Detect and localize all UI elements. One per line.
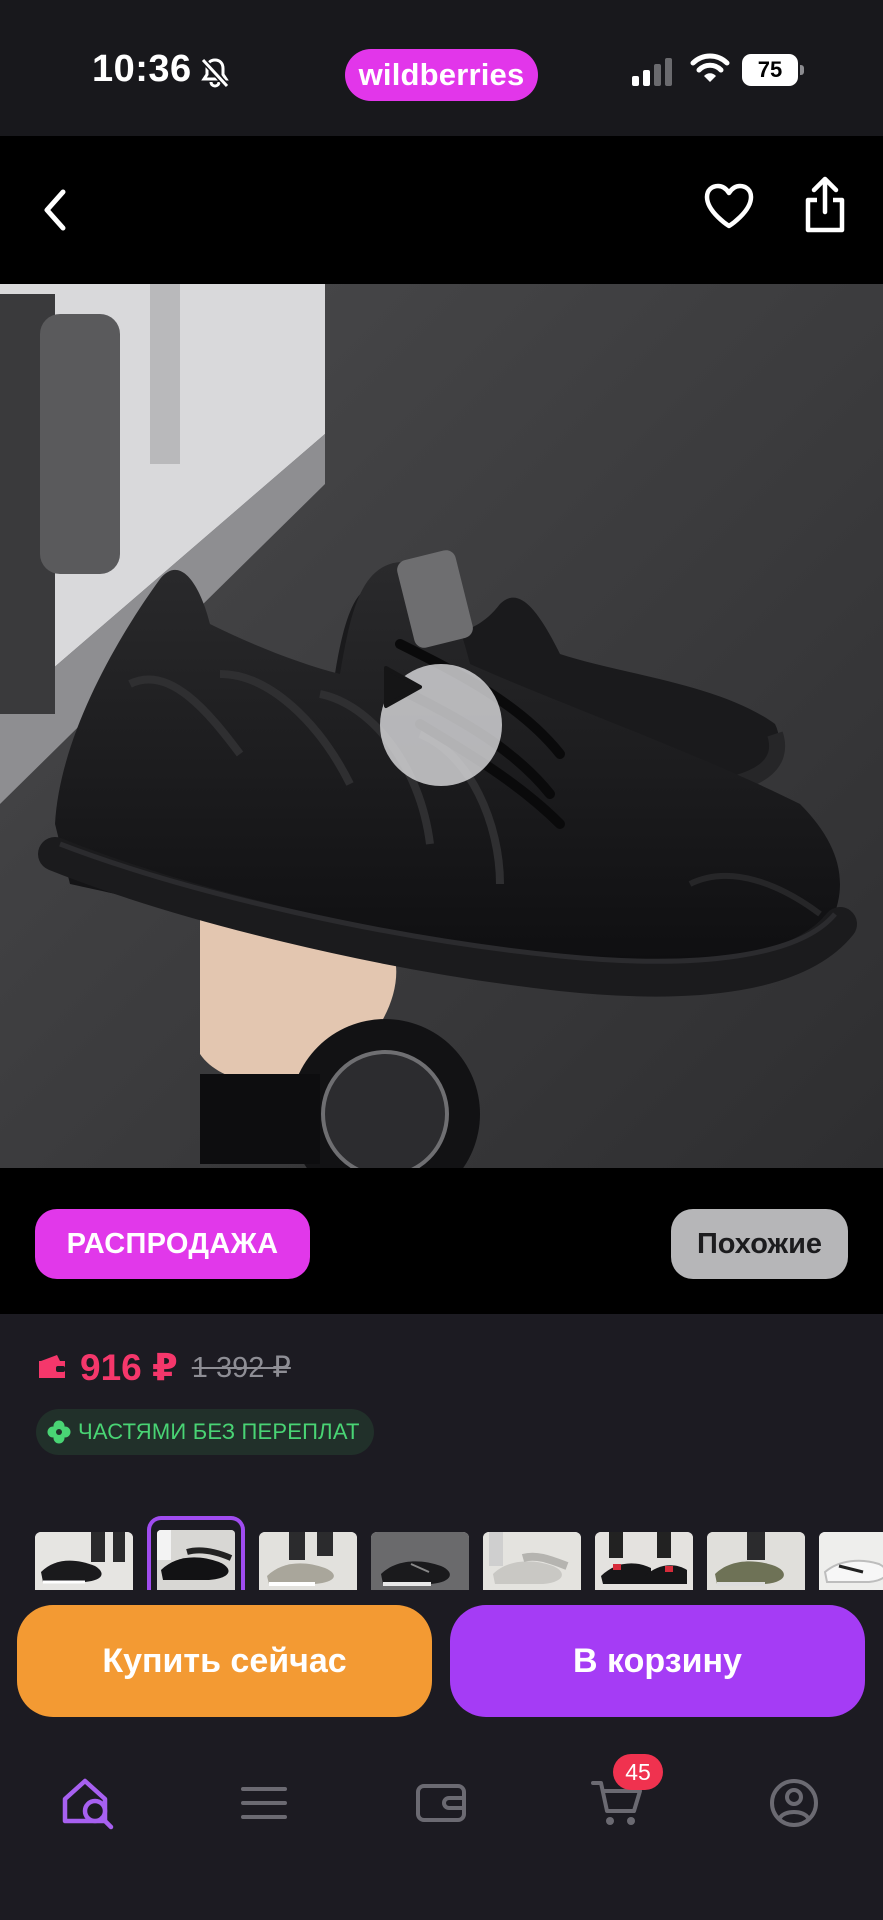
thumbnail[interactable] [483,1532,581,1590]
wallet-icon [39,1355,65,1378]
favorite-button[interactable] [700,176,758,236]
battery-level: 75 [742,54,798,86]
thumbnail[interactable] [819,1532,883,1590]
thumbnail[interactable] [595,1532,693,1590]
clover-icon [47,1420,71,1444]
thumbnail[interactable] [371,1532,469,1590]
back-button[interactable] [30,180,82,240]
thumbnail[interactable] [259,1532,357,1590]
action-bar: Купить сейчас В корзину [0,1588,883,1728]
current-price: 916 ₽ [80,1346,178,1388]
battery-icon: 75 [742,54,804,86]
wifi-icon [690,53,730,82]
installments-badge[interactable]: ЧАСТЯМИ БЕЗ ПЕРЕПЛАТ [36,1409,374,1455]
thumbnail-strip [0,1516,883,1590]
share-button[interactable] [796,172,854,238]
price-row: 916 ₽ 1 392 ₽ [36,1342,291,1392]
product-page: 10:36 wildberries 75 РАСПРОДАЖА Похожие … [0,0,883,1920]
tab-home[interactable] [53,1768,123,1838]
wallet-icon [416,1784,466,1822]
installments-label: ЧАСТЯМИ БЕЗ ПЕРЕПЛАТ [78,1419,360,1444]
status-time: 10:36 [92,48,192,90]
bottom-tab-bar: 45 [0,1740,883,1920]
play-video-button[interactable] [380,664,502,786]
heart-icon [704,183,754,229]
thumbnail-image [157,1530,235,1590]
top-nav [0,136,883,284]
thumbnail-selected[interactable] [147,1516,245,1590]
sale-chip[interactable]: РАСПРОДАЖА [35,1209,310,1279]
brand-logo: wildberries [345,49,538,101]
catalog-icon [241,1787,287,1819]
bell-muted-icon [200,57,230,89]
tab-profile[interactable] [759,1768,829,1838]
profile-icon [770,1779,818,1827]
old-price: 1 392 ₽ [191,1351,291,1384]
similar-button[interactable]: Похожие [671,1209,848,1279]
share-icon [805,176,845,233]
home-search-icon [62,1778,114,1830]
cart-count-badge: 45 [613,1754,663,1790]
add-to-cart-button[interactable]: В корзину [450,1605,865,1717]
product-image[interactable] [0,284,883,1168]
play-icon [384,666,422,708]
tab-catalog[interactable] [229,1768,299,1838]
thumbnail[interactable] [707,1532,805,1590]
battery-cap [800,65,804,75]
thumbnail[interactable] [35,1532,133,1590]
chip-row: РАСПРОДАЖА Похожие [0,1168,883,1314]
status-bar: 10:36 wildberries 75 [0,0,883,136]
chevron-left-icon [44,189,66,231]
signal-icon [632,58,672,86]
tab-wallet[interactable] [406,1768,476,1838]
buy-now-button[interactable]: Купить сейчас [17,1605,432,1717]
